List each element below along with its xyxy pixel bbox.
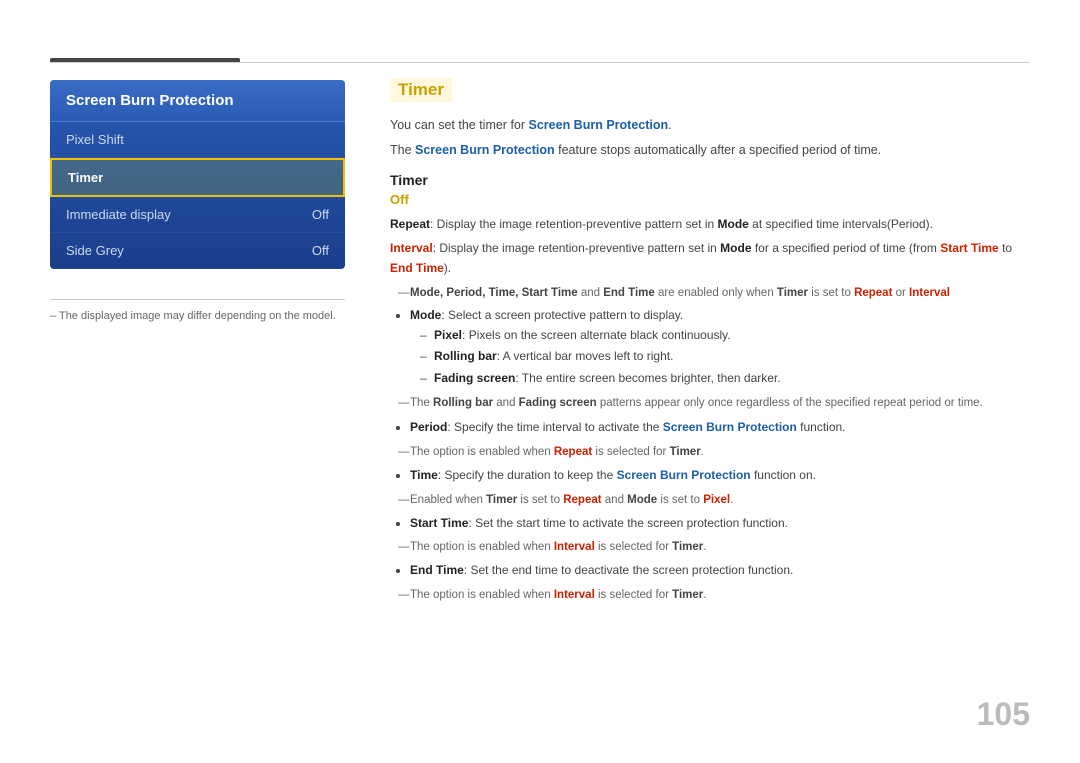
- end-time-list: End Time: Set the end time to deactivate…: [410, 561, 1030, 581]
- end-time-interval-ref: Interval: [554, 589, 595, 601]
- rolling-item: Rolling bar: A vertical bar moves left t…: [420, 347, 1030, 367]
- repeat-line: Repeat: Display the image retention-prev…: [390, 215, 1030, 235]
- start-time-bullet: Start Time: Set the start time to activa…: [410, 514, 1030, 534]
- time-note: Enabled when Timer is set to Repeat and …: [398, 491, 1030, 510]
- start-time-timer-ref: Timer: [672, 541, 703, 553]
- time-list: Time: Specify the duration to keep the S…: [410, 466, 1030, 486]
- menu-title: Screen Burn Protection: [50, 80, 345, 122]
- time-label: Time: [410, 468, 438, 482]
- menu-item-label: Side Grey: [66, 243, 124, 258]
- left-panel: Screen Burn Protection Pixel Shift Timer…: [50, 80, 345, 322]
- start-time-list: Start Time: Set the start time to activa…: [410, 514, 1030, 534]
- repeat-ref: Repeat: [854, 287, 892, 299]
- content-block: Repeat: Display the image retention-prev…: [390, 215, 1030, 606]
- end-time-bullet: End Time: Set the end time to deactivate…: [410, 561, 1030, 581]
- menu-item-label: Pixel Shift: [66, 132, 124, 147]
- menu-item-label: Immediate display: [66, 207, 171, 222]
- mode-sub-list: Pixel: Pixels on the screen alternate bl…: [420, 326, 1030, 389]
- interval-label: Interval: [390, 241, 433, 255]
- rolling-ref: Rolling bar: [433, 397, 493, 409]
- mode-bullet: Mode: Select a screen protective pattern…: [410, 306, 1030, 389]
- off-label: Off: [390, 192, 1030, 207]
- interval-ref: Interval: [909, 287, 950, 299]
- menu-item-label: Timer: [68, 170, 103, 185]
- time-bullet: Time: Specify the duration to keep the S…: [410, 466, 1030, 486]
- left-note: – The displayed image may differ dependi…: [50, 299, 345, 322]
- mode-bullet-label: Mode: [410, 308, 441, 322]
- menu-item-side-grey[interactable]: Side Grey Off: [50, 233, 345, 269]
- end-time-timer-ref: Timer: [672, 589, 703, 601]
- menu-item-timer[interactable]: Timer: [50, 158, 345, 197]
- section-title: Timer: [390, 78, 452, 102]
- end-time-ref: End Time: [390, 261, 444, 275]
- intro-text-2: The Screen Burn Protection feature stops…: [390, 141, 1030, 160]
- rolling-label: Rolling bar: [434, 349, 497, 363]
- time-repeat-ref: Repeat: [563, 494, 601, 506]
- modes-note: Mode, Period, Time, Start Time and End T…: [398, 284, 1030, 303]
- mode-word-2: Mode: [720, 241, 751, 255]
- start-time-ref: Start Time: [940, 241, 998, 255]
- period-repeat-ref: Repeat: [554, 446, 592, 458]
- menu-item-value: Off: [312, 207, 329, 222]
- left-note-text: – The displayed image may differ dependi…: [50, 310, 345, 322]
- menu-item-immediate-display[interactable]: Immediate display Off: [50, 197, 345, 233]
- right-panel: Timer You can set the timer for Screen B…: [390, 78, 1030, 609]
- intro-text-1: You can set the timer for Screen Burn Pr…: [390, 116, 1030, 135]
- page-number: 105: [977, 696, 1030, 733]
- pixel-item: Pixel: Pixels on the screen alternate bl…: [420, 326, 1030, 346]
- end-time-label: End Time: [410, 563, 464, 577]
- period-screen-burn: Screen Burn Protection: [663, 420, 797, 434]
- repeat-label: Repeat: [390, 217, 430, 231]
- intro-highlight-2: Screen Burn Protection: [415, 143, 555, 157]
- period-list: Period: Specify the time interval to act…: [410, 418, 1030, 438]
- time-screen-burn: Screen Burn Protection: [617, 468, 751, 482]
- top-divider: [50, 62, 1030, 63]
- fading-ref: Fading screen: [519, 397, 597, 409]
- time-mode-ref: Mode: [627, 494, 657, 506]
- fading-label: Fading screen: [434, 371, 515, 385]
- period-timer-ref: Timer: [670, 446, 701, 458]
- start-time-interval-ref: Interval: [554, 541, 595, 553]
- interval-line: Interval: Display the image retention-pr…: [390, 239, 1030, 279]
- end-time-note: The option is enabled when Interval is s…: [398, 586, 1030, 605]
- rolling-note: The Rolling bar and Fading screen patter…: [398, 394, 1030, 413]
- period-note: The option is enabled when Repeat is sel…: [398, 443, 1030, 462]
- subsection-title: Timer: [390, 172, 1030, 188]
- intro-highlight-1: Screen Burn Protection: [529, 118, 669, 132]
- start-time-note: The option is enabled when Interval is s…: [398, 538, 1030, 557]
- fading-item: Fading screen: The entire screen becomes…: [420, 369, 1030, 389]
- time-pixel-ref: Pixel: [703, 494, 730, 506]
- mode-word-1: Mode: [718, 217, 749, 231]
- menu-box: Screen Burn Protection Pixel Shift Timer…: [50, 80, 345, 269]
- period-label: Period: [410, 420, 447, 434]
- pixel-label: Pixel: [434, 328, 462, 342]
- menu-item-value: Off: [312, 243, 329, 258]
- main-bullet-list: Mode: Select a screen protective pattern…: [410, 306, 1030, 389]
- period-bullet: Period: Specify the time interval to act…: [410, 418, 1030, 438]
- time-timer-ref: Timer: [486, 494, 517, 506]
- modes-note-text: Mode, Period, Time, Start Time and End T…: [410, 287, 950, 299]
- menu-item-pixel-shift[interactable]: Pixel Shift: [50, 122, 345, 158]
- start-time-label: Start Time: [410, 516, 468, 530]
